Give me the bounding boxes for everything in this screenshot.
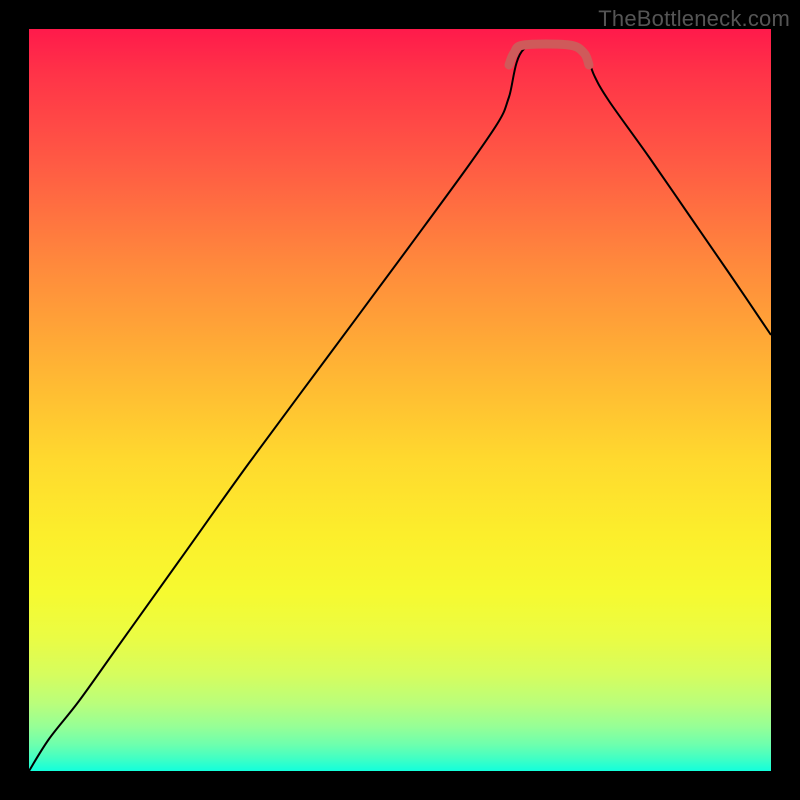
chart-frame: TheBottleneck.com	[0, 0, 800, 800]
bottleneck-band	[509, 44, 589, 65]
plot-area	[29, 29, 771, 771]
curve-svg	[29, 29, 771, 771]
bottleneck-curve	[29, 44, 771, 771]
